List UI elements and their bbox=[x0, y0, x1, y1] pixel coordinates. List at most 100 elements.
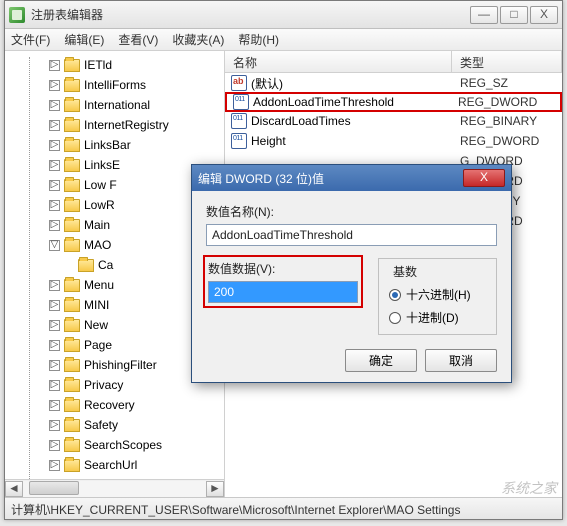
expand-icon[interactable]: ▷ bbox=[49, 140, 60, 151]
folder-icon bbox=[64, 99, 80, 112]
tree-label: LowR bbox=[84, 198, 115, 212]
tree-label: Low F bbox=[84, 178, 117, 192]
tree-node[interactable]: ▷IETld bbox=[15, 55, 224, 75]
expand-icon[interactable]: ▷ bbox=[49, 320, 60, 331]
expand-icon[interactable]: ▷ bbox=[49, 280, 60, 291]
expand-icon[interactable]: ▽ bbox=[49, 240, 60, 251]
expand-icon[interactable]: ▷ bbox=[49, 180, 60, 191]
base-fieldset: 基数 十六进制(H) 十进制(D) bbox=[378, 258, 497, 335]
menu-favorites[interactable]: 收藏夹(A) bbox=[172, 31, 224, 48]
value-type: REG_DWORD bbox=[450, 95, 560, 109]
expand-icon[interactable]: ▷ bbox=[49, 440, 60, 451]
maximize-button[interactable]: □ bbox=[500, 6, 528, 24]
list-row[interactable]: (默认)REG_SZ bbox=[225, 73, 562, 93]
value-name-input[interactable] bbox=[206, 224, 497, 246]
menu-view[interactable]: 查看(V) bbox=[118, 31, 158, 48]
radio-hex[interactable] bbox=[389, 289, 401, 301]
tree-guide bbox=[29, 57, 30, 487]
folder-icon bbox=[64, 239, 80, 252]
dialog-close-button[interactable]: X bbox=[463, 169, 505, 187]
expand-icon[interactable]: ▷ bbox=[49, 300, 60, 311]
close-button[interactable]: X bbox=[530, 6, 558, 24]
radio-hex-label: 十六进制(H) bbox=[406, 286, 471, 303]
value-icon bbox=[231, 75, 247, 91]
menu-file[interactable]: 文件(F) bbox=[11, 31, 50, 48]
folder-icon bbox=[64, 399, 80, 412]
tree-node[interactable]: ▷IntelliForms bbox=[15, 75, 224, 95]
expand-icon[interactable]: ▷ bbox=[49, 420, 60, 431]
expand-icon[interactable]: ▷ bbox=[49, 160, 60, 171]
folder-icon bbox=[64, 139, 80, 152]
base-legend: 基数 bbox=[389, 263, 421, 280]
expand-icon[interactable]: ▷ bbox=[49, 400, 60, 411]
menubar: 文件(F) 编辑(E) 查看(V) 收藏夹(A) 帮助(H) bbox=[5, 29, 562, 51]
scroll-track[interactable] bbox=[23, 481, 206, 497]
column-name[interactable]: 名称 bbox=[225, 51, 452, 72]
tree-label: Page bbox=[84, 338, 112, 352]
tree-label: MINI bbox=[84, 298, 109, 312]
menu-help[interactable]: 帮助(H) bbox=[238, 31, 279, 48]
value-data-input[interactable] bbox=[208, 281, 358, 303]
folder-icon bbox=[64, 459, 80, 472]
expand-icon[interactable]: ▷ bbox=[49, 380, 60, 391]
list-row[interactable]: HeightREG_DWORD bbox=[225, 131, 562, 151]
value-name-label: 数值名称(N): bbox=[206, 203, 497, 220]
expand-icon[interactable]: ▷ bbox=[49, 460, 60, 471]
scroll-right-icon[interactable]: ► bbox=[206, 481, 224, 497]
tree-label: LinksBar bbox=[84, 138, 131, 152]
list-row[interactable]: AddonLoadTimeThreshold REG_DWORD bbox=[225, 92, 562, 112]
scroll-thumb[interactable] bbox=[29, 481, 79, 495]
folder-icon bbox=[64, 59, 80, 72]
folder-icon bbox=[64, 339, 80, 352]
radio-dec-row[interactable]: 十进制(D) bbox=[389, 309, 486, 326]
radio-dec-label: 十进制(D) bbox=[406, 309, 459, 326]
minimize-button[interactable]: — bbox=[470, 6, 498, 24]
edit-dword-dialog: 编辑 DWORD (32 位)值 X 数值名称(N): 数值数据(V): 基数 … bbox=[191, 164, 512, 383]
radio-hex-row[interactable]: 十六进制(H) bbox=[389, 286, 486, 303]
value-icon bbox=[233, 94, 249, 110]
tree-label: Menu bbox=[84, 278, 114, 292]
dialog-titlebar[interactable]: 编辑 DWORD (32 位)值 X bbox=[192, 165, 511, 191]
expand-icon[interactable]: ▷ bbox=[49, 200, 60, 211]
tree-label: Recovery bbox=[84, 398, 135, 412]
folder-icon bbox=[64, 439, 80, 452]
cancel-button[interactable]: 取消 bbox=[425, 349, 497, 372]
menu-edit[interactable]: 编辑(E) bbox=[64, 31, 104, 48]
folder-icon bbox=[64, 419, 80, 432]
expand-icon[interactable]: ▷ bbox=[49, 80, 60, 91]
value-name: (默认) bbox=[251, 75, 283, 92]
ok-button[interactable]: 确定 bbox=[345, 349, 417, 372]
expand-icon[interactable]: ▷ bbox=[49, 100, 60, 111]
titlebar[interactable]: 注册表编辑器 — □ X bbox=[5, 1, 562, 29]
value-data-label: 数值数据(V): bbox=[208, 260, 358, 277]
expand-icon[interactable]: ▷ bbox=[49, 120, 60, 131]
tree-node[interactable]: ▷ LinksBar bbox=[15, 135, 224, 155]
folder-icon bbox=[64, 319, 80, 332]
expand-icon[interactable]: ▷ bbox=[49, 220, 60, 231]
tree-label: International bbox=[84, 98, 150, 112]
radio-dec[interactable] bbox=[389, 312, 401, 324]
tree-node[interactable]: ▷ Recovery bbox=[15, 395, 224, 415]
tree-node[interactable]: ▷Safety bbox=[15, 415, 224, 435]
tree-label: SearchScopes bbox=[84, 438, 162, 452]
scroll-left-icon[interactable]: ◄ bbox=[5, 481, 23, 497]
tree-node[interactable]: ▷SearchUrl bbox=[15, 455, 224, 475]
list-header: 名称 类型 bbox=[225, 51, 562, 73]
folder-icon bbox=[64, 219, 80, 232]
tree-node[interactable]: ▷ International bbox=[15, 95, 224, 115]
tree-node[interactable]: ▷ SearchScopes bbox=[15, 435, 224, 455]
column-type[interactable]: 类型 bbox=[452, 51, 562, 72]
tree-hscrollbar[interactable]: ◄ ► bbox=[5, 479, 224, 497]
folder-icon bbox=[64, 279, 80, 292]
value-icon bbox=[231, 113, 247, 129]
list-row[interactable]: DiscardLoadTimesREG_BINARY bbox=[225, 111, 562, 131]
folder-icon bbox=[64, 199, 80, 212]
value-name: Height bbox=[251, 134, 286, 148]
expand-icon[interactable]: ▷ bbox=[49, 340, 60, 351]
expand-icon[interactable]: ▷ bbox=[49, 360, 60, 371]
tree-node[interactable]: ▷InternetRegistry bbox=[15, 115, 224, 135]
tree-label: PhishingFilter bbox=[84, 358, 157, 372]
folder-icon bbox=[64, 299, 80, 312]
expand-icon[interactable]: ▷ bbox=[49, 60, 60, 71]
value-name: AddonLoadTimeThreshold bbox=[253, 95, 394, 109]
